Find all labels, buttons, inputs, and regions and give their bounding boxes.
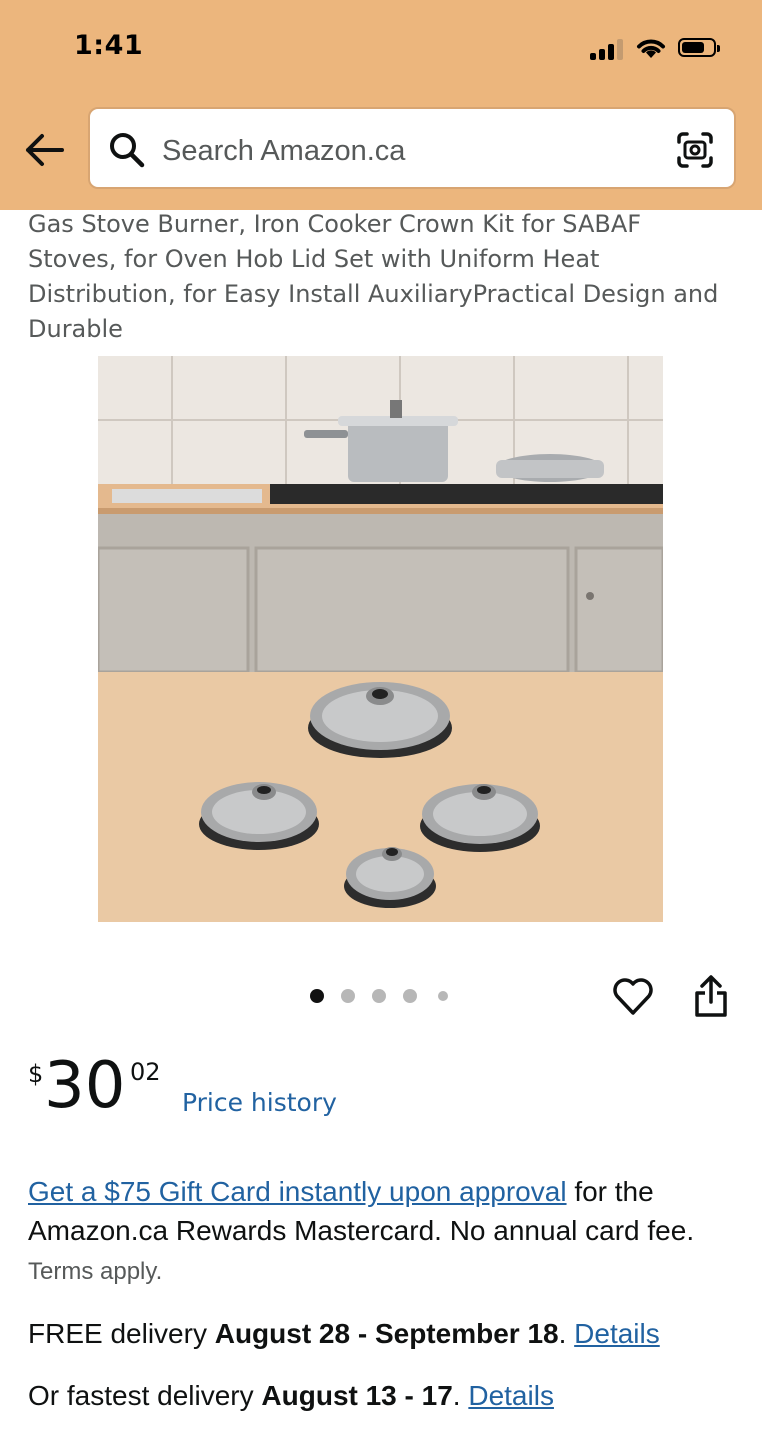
terms-apply: Terms apply. <box>28 1258 163 1285</box>
back-arrow-icon[interactable] <box>22 130 66 170</box>
free-delivery-suffix: . <box>558 1318 575 1349</box>
carousel-dot-5[interactable] <box>438 991 448 1001</box>
free-delivery-details-link[interactable]: Details <box>574 1318 660 1349</box>
search-input[interactable]: Search Amazon.ca <box>88 107 736 189</box>
carousel-dot-4[interactable] <box>403 989 417 1003</box>
free-delivery: FREE delivery August 28 - September 18. … <box>28 1318 748 1350</box>
product-image[interactable] <box>98 356 663 922</box>
fastest-delivery-details-link[interactable]: Details <box>468 1380 554 1411</box>
carousel-dot-3[interactable] <box>372 989 386 1003</box>
price-whole: 30 <box>44 1049 126 1123</box>
wifi-icon <box>637 39 665 58</box>
fastest-delivery-suffix: . <box>452 1380 469 1411</box>
promo-text: Get a $75 Gift Card instantly upon appro… <box>28 1172 728 1291</box>
price-history-link[interactable]: Price history <box>182 1088 337 1117</box>
heart-icon[interactable] <box>612 974 654 1018</box>
price-fraction: 02 <box>130 1058 161 1086</box>
price-symbol: $ <box>28 1060 44 1088</box>
search-placeholder: Search Amazon.ca <box>162 135 406 167</box>
header: 1:41 Search Amazon.ca <box>0 0 762 210</box>
search-icon <box>110 133 145 168</box>
carousel-dot-1[interactable] <box>310 989 324 1003</box>
fastest-delivery-dates: August 13 - 17 <box>261 1380 453 1411</box>
free-delivery-prefix: FREE delivery <box>28 1318 215 1349</box>
product-title[interactable]: Gas Stove Burner, Iron Cooker Crown Kit … <box>28 207 728 347</box>
signal-icon <box>590 38 626 60</box>
share-icon[interactable] <box>692 974 730 1020</box>
free-delivery-dates: August 28 - September 18 <box>214 1318 559 1349</box>
carousel-dot-2[interactable] <box>341 989 355 1003</box>
status-time: 1:41 <box>74 30 144 61</box>
battery-icon <box>678 38 720 57</box>
fastest-delivery-prefix: Or fastest delivery <box>28 1380 262 1411</box>
camera-icon[interactable] <box>676 131 714 169</box>
fastest-delivery: Or fastest delivery August 13 - 17. Deta… <box>28 1380 748 1412</box>
gift-card-link[interactable]: Get a $75 Gift Card instantly upon appro… <box>28 1176 567 1207</box>
